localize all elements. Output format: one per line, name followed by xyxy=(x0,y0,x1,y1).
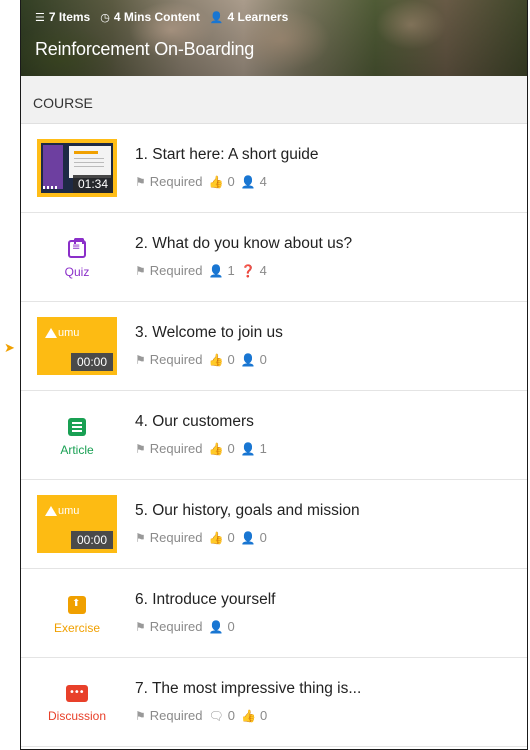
questions-count: 4 xyxy=(259,263,267,278)
user-icon: 👤 xyxy=(209,10,224,24)
learners-count: 0 xyxy=(259,352,267,367)
flag-icon: ⚑ xyxy=(135,263,146,278)
required-label: Required xyxy=(149,263,203,278)
learners-count: 0 xyxy=(227,619,235,634)
quiz-clipboard-icon xyxy=(68,237,86,258)
list-item[interactable]: Quiz 2. What do you know about us? ⚑Requ… xyxy=(21,213,527,302)
user-icon: 👤 xyxy=(240,352,256,367)
item-meta: ⚑ Required 👍 0 👤 0 xyxy=(135,352,283,367)
items-stat: ☰ 7 Items xyxy=(35,10,90,24)
course-title: Reinforcement On-Boarding xyxy=(35,39,255,59)
comment-icon: 🗨 xyxy=(208,708,224,723)
umu-logo: umu xyxy=(45,327,79,339)
course-stats: ☰ 7 Items ◷ 4 Mins Content 👤 4 Learners xyxy=(35,10,288,24)
duration-stat: ◷ 4 Mins Content xyxy=(100,10,200,24)
item-title[interactable]: 6. Introduce yourself xyxy=(135,591,275,609)
items-count: 7 Items xyxy=(48,10,91,24)
exercise-thumbnail[interactable]: Exercise xyxy=(37,584,117,642)
required-label: Required xyxy=(149,441,203,456)
item-meta: ⚑ Required 🗨 0 👍 0 xyxy=(135,708,361,723)
flag-icon: ⚑ xyxy=(135,174,146,189)
list-item[interactable]: umu 00:00 3. Welcome to join us ⚑ Require… xyxy=(21,302,527,391)
article-icon xyxy=(68,417,86,436)
type-label: Discussion xyxy=(47,709,107,723)
item-meta: ⚑ Required 👍 0 👤 0 xyxy=(135,530,360,545)
flag-icon: ⚑ xyxy=(135,530,146,545)
list-icon: ☰ xyxy=(35,10,45,24)
required-label: Required xyxy=(149,619,203,634)
user-icon: 👤 xyxy=(208,619,224,634)
video-thumbnail[interactable]: 01:34 xyxy=(37,139,117,197)
item-meta: ⚑ Required 👍 0 👤 1 xyxy=(135,441,267,456)
video-duration: 01:34 xyxy=(72,175,113,193)
item-title[interactable]: 1. Start here: A short guide xyxy=(135,146,319,164)
flag-icon: ⚑ xyxy=(135,619,146,634)
thumbs-up-icon: 👍 xyxy=(241,708,256,723)
likes-count: 0 xyxy=(227,174,235,189)
brand-label: umu xyxy=(58,327,80,339)
question-icon: ❓ xyxy=(240,263,256,278)
likes-count: 0 xyxy=(227,352,235,367)
item-title[interactable]: 7. The most impressive thing is... xyxy=(135,680,361,698)
list-item[interactable]: umu 00:00 5. Our history, goals and miss… xyxy=(21,480,527,569)
likes-count: 0 xyxy=(259,708,268,723)
learners-stat: 👤 4 Learners xyxy=(210,10,288,24)
item-title[interactable]: 2. What do you know about us? xyxy=(135,235,352,253)
type-label: Exercise xyxy=(53,620,100,635)
type-label: Article xyxy=(60,442,94,457)
chat-bubble-icon xyxy=(66,685,88,702)
required-label: Required xyxy=(149,708,203,723)
learners-count: 1 xyxy=(227,263,235,278)
likes-count: 0 xyxy=(227,530,235,545)
item-title[interactable]: 3. Welcome to join us xyxy=(135,324,283,342)
thumbs-up-icon: 👍 xyxy=(208,174,224,189)
list-item[interactable]: Discussion 7. The most impressive thing … xyxy=(21,658,527,747)
user-icon: 👤 xyxy=(240,174,256,189)
thumbs-up-icon: 👍 xyxy=(208,530,224,545)
video-duration: 00:00 xyxy=(70,531,113,549)
umu-logo: umu xyxy=(45,505,79,517)
comments-count: 0 xyxy=(227,708,235,723)
course-banner: ☰ 7 Items ◷ 4 Mins Content 👤 4 Learners … xyxy=(21,0,527,76)
item-meta: ⚑ Required 👤 0 xyxy=(135,619,275,634)
item-title[interactable]: 5. Our history, goals and mission xyxy=(135,502,360,520)
required-label: Required xyxy=(149,352,203,367)
list-item[interactable]: Exercise 6. Introduce yourself ⚑Required… xyxy=(21,569,527,658)
type-label: Quiz xyxy=(64,264,90,279)
quiz-thumbnail[interactable]: Quiz xyxy=(37,228,117,286)
video-duration: 00:00 xyxy=(70,353,113,371)
clock-icon: ◷ xyxy=(100,10,110,24)
video-thumbnail[interactable]: umu 00:00 xyxy=(37,495,117,553)
user-icon: 👤 xyxy=(240,441,256,456)
learners-count: 0 xyxy=(259,530,267,545)
learners-count: 1 xyxy=(259,441,267,456)
user-icon: 👤 xyxy=(208,263,224,278)
likes-count: 0 xyxy=(227,441,235,456)
section-header: COURSE xyxy=(21,76,527,124)
list-item[interactable]: Article 4. Our customers ⚑ Required 👍 0 👤 1 xyxy=(21,391,527,480)
video-thumbnail[interactable]: umu 00:00 xyxy=(37,317,117,375)
required-label: Required xyxy=(149,530,203,545)
learners-count: 4 xyxy=(259,174,267,189)
user-icon: 👤 xyxy=(240,530,256,545)
thumbs-up-icon: 👍 xyxy=(208,441,224,456)
course-panel: ☰ 7 Items ◷ 4 Mins Content 👤 4 Learners … xyxy=(20,0,528,750)
upload-cloud-icon xyxy=(68,595,86,614)
content-duration: 4 Mins Content xyxy=(113,10,200,24)
learners-count: 4 Learners xyxy=(227,10,289,24)
article-thumbnail[interactable]: Article xyxy=(37,406,117,464)
flag-icon: ⚑ xyxy=(135,441,146,456)
item-meta: ⚑ Required 👍 0 👤 4 xyxy=(135,174,319,189)
flag-icon: ⚑ xyxy=(135,352,146,367)
item-meta: ⚑ Required 👤 1 ❓ 4 xyxy=(135,263,352,278)
required-label: Required xyxy=(149,174,203,189)
flag-icon: ⚑ xyxy=(135,708,146,723)
arrow-right-icon: ➤ xyxy=(4,341,15,356)
thumbs-up-icon: 👍 xyxy=(208,352,224,367)
item-title[interactable]: 4. Our customers xyxy=(135,413,267,431)
brand-label: umu xyxy=(58,505,80,517)
list-item[interactable]: 01:34 1. Start here: A short guide ⚑ Requ… xyxy=(21,124,527,213)
discussion-thumbnail[interactable]: Discussion xyxy=(37,673,117,731)
